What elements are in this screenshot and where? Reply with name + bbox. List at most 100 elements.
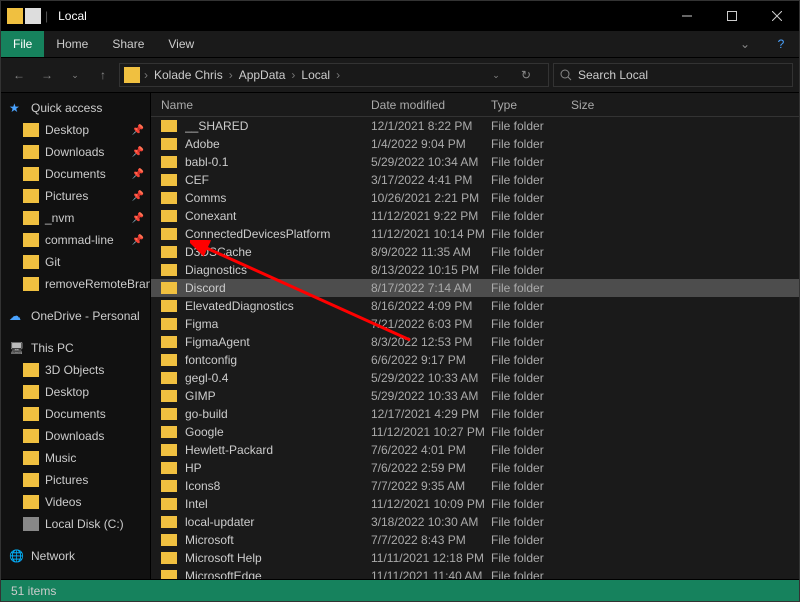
- nav-quick-item[interactable]: commad-line📌: [1, 229, 150, 251]
- nav-pc-item[interactable]: Videos: [1, 491, 150, 513]
- maximize-button[interactable]: [709, 1, 754, 31]
- nav-onedrive[interactable]: ☁OneDrive - Personal: [1, 305, 150, 327]
- file-row[interactable]: go-build12/17/2021 4:29 PMFile folder: [151, 405, 799, 423]
- col-type[interactable]: Type: [491, 98, 571, 112]
- up-button[interactable]: ↑: [91, 63, 115, 87]
- nav-quick-item[interactable]: removeRemoteBranch: [1, 273, 150, 295]
- file-row[interactable]: local-updater3/18/2022 10:30 AMFile fold…: [151, 513, 799, 531]
- breadcrumb-seg[interactable]: Local: [295, 68, 336, 82]
- file-type: File folder: [491, 335, 571, 349]
- nav-quick-item[interactable]: Downloads📌: [1, 141, 150, 163]
- file-row[interactable]: Hewlett-Packard7/6/2022 4:01 PMFile fold…: [151, 441, 799, 459]
- file-row[interactable]: MicrosoftEdge11/11/2021 11:40 AMFile fol…: [151, 567, 799, 579]
- nav-quick-access[interactable]: ★Quick access: [1, 97, 150, 119]
- explorer-window: | Local File Home Share View ⌄ ? ← → ⌄ ↑: [0, 0, 800, 602]
- column-headers[interactable]: Name Date modified Type Size: [151, 93, 799, 117]
- nav-quick-item[interactable]: Git: [1, 251, 150, 273]
- file-row[interactable]: Diagnostics8/13/2022 10:15 PMFile folder: [151, 261, 799, 279]
- nav-quick-item[interactable]: Desktop📌: [1, 119, 150, 141]
- file-row[interactable]: Adobe1/4/2022 9:04 PMFile folder: [151, 135, 799, 153]
- file-row[interactable]: ConnectedDevicesPlatform11/12/2021 10:14…: [151, 225, 799, 243]
- minimize-button[interactable]: [664, 1, 709, 31]
- file-row[interactable]: Microsoft7/7/2022 8:43 PMFile folder: [151, 531, 799, 549]
- search-input[interactable]: Search Local: [553, 63, 793, 87]
- menu-view[interactable]: View: [156, 31, 206, 57]
- file-row[interactable]: fontconfig6/6/2022 9:17 PMFile folder: [151, 351, 799, 369]
- ribbon-expand-button[interactable]: ⌄: [727, 31, 763, 57]
- nav-pc-item[interactable]: Documents: [1, 403, 150, 425]
- breadcrumb-seg[interactable]: AppData: [233, 68, 292, 82]
- folder-icon: [161, 246, 177, 258]
- nav-quick-item[interactable]: _nvm📌: [1, 207, 150, 229]
- col-date[interactable]: Date modified: [371, 98, 491, 112]
- nav-pc-item[interactable]: Music: [1, 447, 150, 469]
- file-row[interactable]: Microsoft Help11/11/2021 12:18 PMFile fo…: [151, 549, 799, 567]
- file-name: CEF: [185, 173, 371, 187]
- file-row[interactable]: Comms10/26/2021 2:21 PMFile folder: [151, 189, 799, 207]
- folder-icon: [161, 282, 177, 294]
- file-date: 7/6/2022 2:59 PM: [371, 461, 491, 475]
- nav-pc-item[interactable]: Downloads: [1, 425, 150, 447]
- file-row[interactable]: Icons87/7/2022 9:35 AMFile folder: [151, 477, 799, 495]
- dropdown-button[interactable]: ⌄: [484, 63, 508, 87]
- file-row[interactable]: ElevatedDiagnostics8/16/2022 4:09 PMFile…: [151, 297, 799, 315]
- file-date: 5/29/2022 10:33 AM: [371, 389, 491, 403]
- network-icon: 🌐: [9, 549, 25, 563]
- breadcrumb-seg[interactable]: Kolade Chris: [148, 68, 229, 82]
- col-name[interactable]: Name: [161, 98, 371, 112]
- forward-button[interactable]: →: [35, 63, 59, 87]
- file-row[interactable]: Conexant11/12/2021 9:22 PMFile folder: [151, 207, 799, 225]
- file-row[interactable]: CEF3/17/2022 4:41 PMFile folder: [151, 171, 799, 189]
- folder-icon: [161, 390, 177, 402]
- file-name: Diagnostics: [185, 263, 371, 277]
- file-row[interactable]: Intel11/12/2021 10:09 PMFile folder: [151, 495, 799, 513]
- file-row[interactable]: Google11/12/2021 10:27 PMFile folder: [151, 423, 799, 441]
- folder-icon: [161, 552, 177, 564]
- file-date: 3/18/2022 10:30 AM: [371, 515, 491, 529]
- menu-file[interactable]: File: [1, 31, 44, 57]
- file-row[interactable]: Discord8/17/2022 7:14 AMFile folder: [151, 279, 799, 297]
- file-row[interactable]: __SHARED12/1/2021 8:22 PMFile folder: [151, 117, 799, 135]
- file-rows: __SHARED12/1/2021 8:22 PMFile folderAdob…: [151, 117, 799, 579]
- folder-icon: [161, 480, 177, 492]
- titlebar[interactable]: | Local: [1, 1, 799, 31]
- folder-icon: [124, 67, 140, 83]
- folder-icon: [161, 156, 177, 168]
- nav-pc-item[interactable]: Pictures: [1, 469, 150, 491]
- nav-pc-item[interactable]: Desktop: [1, 381, 150, 403]
- chevron-right-icon[interactable]: ›: [336, 68, 340, 82]
- file-name: ElevatedDiagnostics: [185, 299, 371, 313]
- file-row[interactable]: FigmaAgent8/3/2022 12:53 PMFile folder: [151, 333, 799, 351]
- nav-this-pc[interactable]: 🖥This PC: [1, 337, 150, 359]
- file-type: File folder: [491, 317, 571, 331]
- nav-quick-item[interactable]: Documents📌: [1, 163, 150, 185]
- file-type: File folder: [491, 227, 571, 241]
- file-row[interactable]: D3DSCache8/9/2022 11:35 AMFile folder: [151, 243, 799, 261]
- file-row[interactable]: gegl-0.45/29/2022 10:33 AMFile folder: [151, 369, 799, 387]
- help-button[interactable]: ?: [763, 31, 799, 57]
- nav-pc-item[interactable]: Local Disk (C:): [1, 513, 150, 535]
- titlebar-sep: |: [45, 9, 48, 23]
- nav-pc-item[interactable]: 3D Objects: [1, 359, 150, 381]
- file-name: Conexant: [185, 209, 371, 223]
- menu-home[interactable]: Home: [44, 31, 100, 57]
- file-row[interactable]: GIMP5/29/2022 10:33 AMFile folder: [151, 387, 799, 405]
- close-button[interactable]: [754, 1, 799, 31]
- file-type: File folder: [491, 119, 571, 133]
- file-row[interactable]: babl-0.15/29/2022 10:34 AMFile folder: [151, 153, 799, 171]
- file-date: 7/6/2022 4:01 PM: [371, 443, 491, 457]
- file-row[interactable]: HP7/6/2022 2:59 PMFile folder: [151, 459, 799, 477]
- file-row[interactable]: Figma7/21/2022 6:03 PMFile folder: [151, 315, 799, 333]
- recent-dropdown[interactable]: ⌄: [63, 63, 87, 87]
- nav-quick-item[interactable]: Pictures📌: [1, 185, 150, 207]
- pin-icon: 📌: [132, 191, 144, 202]
- back-button[interactable]: ←: [7, 63, 31, 87]
- file-type: File folder: [491, 569, 571, 579]
- refresh-button[interactable]: ↻: [514, 63, 538, 87]
- file-type: File folder: [491, 137, 571, 151]
- nav-network[interactable]: 🌐Network: [1, 545, 150, 567]
- breadcrumb[interactable]: › Kolade Chris › AppData › Local › ⌄ ↻: [119, 63, 549, 87]
- menu-share[interactable]: Share: [100, 31, 156, 57]
- folder-icon: [23, 167, 39, 181]
- col-size[interactable]: Size: [571, 98, 631, 112]
